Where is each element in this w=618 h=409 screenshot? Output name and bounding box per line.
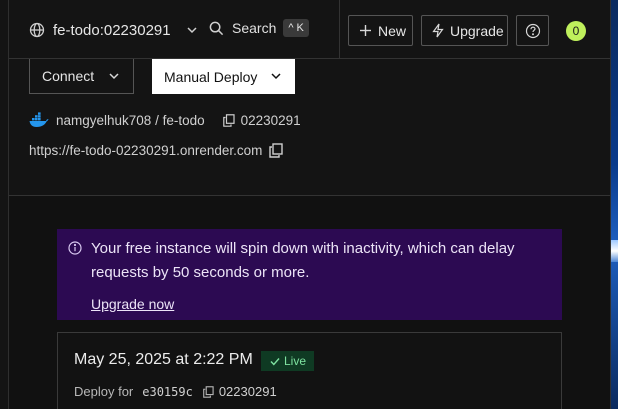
manual-deploy-label: Manual Deploy <box>164 68 258 85</box>
info-icon <box>68 241 82 255</box>
service-url-link[interactable]: https://fe-todo-02230291.onrender.com <box>29 143 262 158</box>
chevron-down-icon <box>271 73 281 80</box>
check-icon <box>270 357 280 366</box>
repo-link[interactable]: namgyelhuk708 / fe-todo <box>56 113 205 128</box>
chevron-down-icon <box>109 73 119 80</box>
header-divider <box>339 0 340 59</box>
deploy-info-row: Deploy for e30159c 02230291 <box>74 384 277 399</box>
status-badge: Live <box>261 351 315 371</box>
status-label: Live <box>284 354 307 368</box>
new-button[interactable]: New <box>348 15 413 46</box>
control-key-symbol: ^ <box>288 22 294 34</box>
help-icon <box>525 23 540 38</box>
deploy-prefix: Deploy for <box>74 384 134 399</box>
search-button[interactable]: Search ^ K <box>209 19 309 37</box>
upgrade-button[interactable]: Upgrade <box>421 15 508 46</box>
chevron-down-icon <box>187 27 197 34</box>
deploy-event-card[interactable]: May 25, 2025 at 2:22 PM Live Deploy for … <box>57 332 562 409</box>
commit-id: 02230291 <box>240 112 301 128</box>
new-label: New <box>378 22 407 39</box>
commit-id: 02230291 <box>218 384 277 399</box>
search-label: Search <box>232 20 277 36</box>
search-shortcut: ^ K <box>283 19 309 37</box>
search-icon <box>209 21 224 35</box>
connect-label: Connect <box>42 68 95 84</box>
copy-icon[interactable] <box>269 143 284 158</box>
left-panel-edge <box>0 0 9 409</box>
copy-icon[interactable] <box>222 113 235 127</box>
docker-icon <box>29 112 49 127</box>
service-info-panel: Connect Manual Deploy namgyelhuk708 / fe… <box>9 59 610 196</box>
service-switcher[interactable]: fe-todo:02230291 <box>24 8 214 52</box>
free-instance-notice: Your free instance will spin down with i… <box>57 229 562 320</box>
plus-icon <box>360 25 371 36</box>
desktop-background-edge <box>610 0 618 409</box>
repo-row: namgyelhuk708 / fe-todo 02230291 <box>29 112 301 128</box>
upgrade-label: Upgrade <box>450 22 504 39</box>
lightning-icon <box>432 23 444 38</box>
copy-icon[interactable] <box>203 385 214 398</box>
commit-hash[interactable]: e30159c <box>142 385 193 399</box>
main-content: Your free instance will spin down with i… <box>9 196 610 409</box>
shortcut-key: K <box>296 22 304 34</box>
top-header: fe-todo:02230291 Search ^ K New Upgrade 0 <box>9 0 610 59</box>
help-button[interactable] <box>516 15 549 46</box>
event-date: May 25, 2025 at 2:22 PM <box>74 351 253 368</box>
connect-dropdown[interactable]: Connect <box>29 59 134 94</box>
manual-deploy-dropdown[interactable]: Manual Deploy <box>152 59 295 94</box>
notice-message: Your free instance will spin down with i… <box>91 240 515 281</box>
service-name: fe-todo:02230291 <box>53 21 171 39</box>
globe-icon <box>29 22 45 38</box>
notification-badge[interactable]: 0 <box>566 21 586 41</box>
upgrade-now-link[interactable]: Upgrade now <box>91 296 174 312</box>
url-row: https://fe-todo-02230291.onrender.com <box>29 143 284 158</box>
